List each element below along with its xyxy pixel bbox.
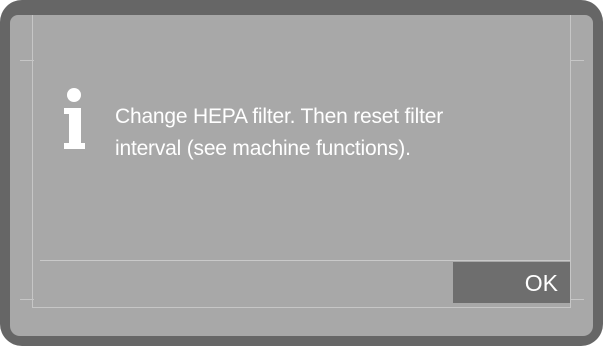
frame-tick [570,299,584,300]
ok-button[interactable]: OK [453,262,570,303]
device-frame: Change HEPA filter. Then reset filter in… [0,0,603,346]
frame-tick [570,60,584,61]
message-line-1: Change HEPA filter. Then reset filter [115,105,443,128]
frame-tick [20,60,34,61]
button-bar-divider [40,260,570,261]
frame-tick [20,299,34,300]
dialog-message: Change HEPA filter. Then reset filter in… [115,101,535,165]
info-icon [64,88,85,149]
message-line-2: interval (see machine functions). [115,137,411,160]
display-screen: Change HEPA filter. Then reset filter in… [10,15,593,336]
